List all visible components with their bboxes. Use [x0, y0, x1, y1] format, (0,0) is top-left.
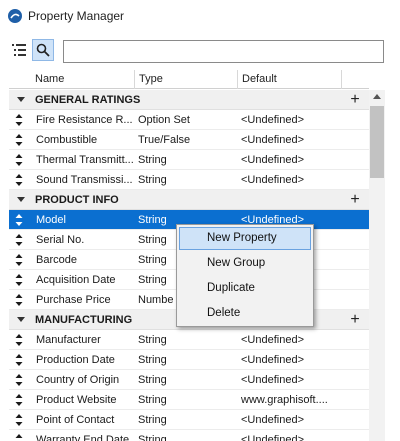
property-name: Product Website	[36, 394, 117, 406]
vertical-scrollbar[interactable]	[369, 90, 385, 441]
column-header-name[interactable]: Name	[31, 70, 135, 89]
drag-handle-icon[interactable]	[15, 150, 29, 170]
group-row[interactable]: GENERAL RATINGS +	[9, 90, 369, 110]
drag-handle-icon[interactable]	[15, 170, 29, 190]
group-label: PRODUCT INFO	[35, 194, 119, 206]
property-type: String	[138, 354, 167, 366]
property-type: Option Set	[138, 114, 190, 126]
drag-handle-icon[interactable]	[15, 330, 29, 350]
add-property-icon[interactable]: +	[346, 91, 364, 109]
property-name: Acquisition Date	[36, 274, 116, 286]
property-type: True/False	[138, 134, 191, 146]
property-name: Barcode	[36, 254, 77, 266]
group-label: GENERAL RATINGS	[35, 94, 141, 106]
property-default: <Undefined>	[241, 114, 304, 126]
property-name: Manufacturer	[36, 334, 101, 346]
drag-handle-icon[interactable]	[15, 350, 29, 370]
drag-handle-icon[interactable]	[15, 210, 29, 230]
scroll-up-arrow-icon[interactable]	[373, 94, 381, 99]
window-title: Property Manager	[28, 9, 125, 23]
property-name: Serial No.	[36, 234, 85, 246]
toolbar	[0, 36, 400, 68]
property-default: <Undefined>	[241, 174, 304, 186]
property-type: String	[138, 374, 167, 386]
property-name: Warranty End Date	[36, 434, 130, 441]
property-row[interactable]: Production Date String <Undefined>	[9, 350, 369, 370]
property-type: String	[138, 154, 167, 166]
drag-handle-icon[interactable]	[15, 290, 29, 310]
property-default: <Undefined>	[241, 154, 304, 166]
archicad-logo-icon	[8, 9, 22, 23]
group-label: MANUFACTURING	[35, 314, 133, 326]
drag-handle-icon[interactable]	[15, 390, 29, 410]
property-row[interactable]: Manufacturer String <Undefined>	[9, 330, 369, 350]
column-header-default[interactable]: Default	[238, 70, 342, 89]
property-row[interactable]: Country of Origin String <Undefined>	[9, 370, 369, 390]
property-row[interactable]: Sound Transmissi... String <Undefined>	[9, 170, 369, 190]
add-property-icon[interactable]: +	[346, 191, 364, 209]
drag-handle-icon[interactable]	[15, 370, 29, 390]
property-name: Country of Origin	[36, 374, 120, 386]
drag-handle-icon[interactable]	[15, 250, 29, 270]
search-input[interactable]	[63, 40, 384, 63]
collapse-caret-icon[interactable]	[17, 97, 25, 102]
drag-handle-icon[interactable]	[15, 430, 29, 441]
property-name: Fire Resistance R...	[36, 114, 133, 126]
property-type: String	[138, 434, 167, 441]
group-row[interactable]: PRODUCT INFO +	[9, 190, 369, 210]
title-bar: Property Manager	[0, 0, 400, 32]
property-default: <Undefined>	[241, 414, 304, 426]
column-header-type[interactable]: Type	[135, 70, 238, 89]
property-type: String	[138, 414, 167, 426]
property-type: String	[138, 334, 167, 346]
property-name: Combustible	[36, 134, 98, 146]
property-row[interactable]: Warranty End Date String <Undefined>	[9, 430, 369, 441]
property-default: <Undefined>	[241, 374, 304, 386]
property-type: String	[138, 394, 167, 406]
property-name: Production Date	[36, 354, 115, 366]
property-name: Sound Transmissi...	[36, 174, 133, 186]
property-name: Model	[36, 214, 66, 226]
property-row[interactable]: Product Website String www.graphisoft....	[9, 390, 369, 410]
property-default: <Undefined>	[241, 334, 304, 346]
property-name: Point of Contact	[36, 414, 115, 426]
drag-handle-icon[interactable]	[15, 410, 29, 430]
property-default: www.graphisoft....	[241, 394, 328, 406]
list-tree-icon[interactable]	[8, 39, 30, 61]
property-row[interactable]: Thermal Transmitt... String <Undefined>	[9, 150, 369, 170]
property-name: Thermal Transmitt...	[36, 154, 134, 166]
drag-handle-icon[interactable]	[15, 110, 29, 130]
drag-handle-icon[interactable]	[15, 230, 29, 250]
grid-header: Name Type Default	[9, 70, 369, 89]
property-default: <Undefined>	[241, 134, 304, 146]
add-property-icon[interactable]: +	[346, 311, 364, 329]
menu-item-new-group[interactable]: New Group	[179, 252, 311, 275]
property-default: <Undefined>	[241, 354, 304, 366]
property-row[interactable]: Fire Resistance R... Option Set <Undefined…	[9, 110, 369, 130]
property-row[interactable]: Point of Contact String <Undefined>	[9, 410, 369, 430]
context-menu: New Property New Group Duplicate Delete	[176, 224, 314, 327]
property-type: String	[138, 174, 167, 186]
drag-handle-icon[interactable]	[15, 270, 29, 290]
menu-item-delete[interactable]: Delete	[179, 302, 311, 325]
scrollbar-thumb[interactable]	[370, 106, 384, 178]
menu-item-duplicate[interactable]: Duplicate	[179, 277, 311, 300]
collapse-caret-icon[interactable]	[17, 317, 25, 322]
collapse-caret-icon[interactable]	[17, 197, 25, 202]
drag-handle-icon[interactable]	[15, 130, 29, 150]
property-name: Purchase Price	[36, 294, 111, 306]
property-default: <Undefined>	[241, 434, 304, 441]
search-icon[interactable]	[32, 39, 54, 61]
menu-item-new-property[interactable]: New Property	[179, 227, 311, 250]
property-row[interactable]: Combustible True/False <Undefined>	[9, 130, 369, 150]
